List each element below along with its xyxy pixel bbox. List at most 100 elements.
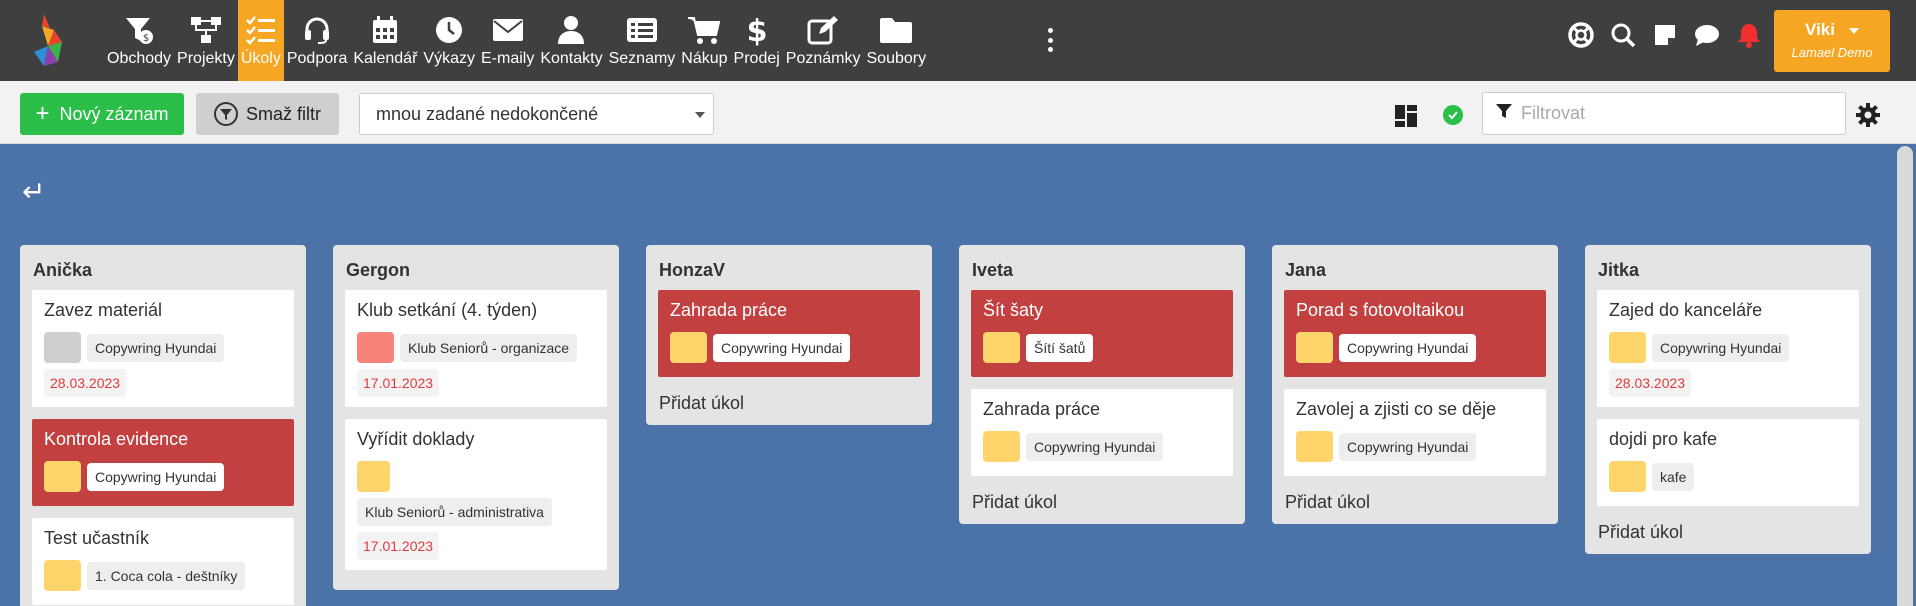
check-circle-icon[interactable] — [1443, 105, 1463, 125]
back-arrow-icon[interactable]: ↵ — [22, 178, 45, 206]
add-task-link[interactable]: Přidat úkol — [1284, 488, 1546, 516]
nav-label: E-maily — [480, 50, 535, 67]
list-icon — [626, 13, 658, 47]
add-task-link[interactable]: Přidat úkol — [971, 488, 1233, 516]
dashboard-view-icon[interactable] — [1394, 104, 1418, 128]
nav-label: Kalendář — [353, 50, 418, 67]
plus-icon: + — [35, 100, 50, 127]
project-tag: Klub Seniorů - administrativa — [357, 498, 552, 526]
more-vertical-icon[interactable] — [1043, 28, 1057, 52]
filter-icon — [1495, 102, 1513, 125]
avatar — [44, 332, 81, 363]
due-date: 28.03.2023 — [1609, 369, 1692, 397]
nav-label: Soubory — [866, 50, 927, 67]
project-tag: Copywring Hyundai — [1339, 432, 1477, 461]
new-record-label: Nový záznam — [59, 103, 169, 124]
column-title: Anička — [33, 260, 93, 280]
user-company: Lamael Demo — [1791, 45, 1873, 60]
clear-filter-label: Smaž filtr — [245, 103, 321, 124]
nav-item-kontakty[interactable]: Kontakty — [537, 0, 605, 81]
gear-icon[interactable] — [1855, 102, 1881, 128]
task-card[interactable]: Klub setkání (4. týden) Klub Seniorů - o… — [345, 290, 607, 407]
avatar — [1296, 332, 1333, 363]
board-column-anicka: Anička Zavez materiál Copywring Hyundai … — [20, 245, 306, 606]
nav-item-vykazy[interactable]: Výkazy — [420, 0, 478, 81]
task-title: Porad s fotovoltaikou — [1296, 300, 1465, 320]
nav-item-soubory[interactable]: Soubory — [864, 0, 930, 81]
nav-item-emaily[interactable]: E-maily — [478, 0, 537, 81]
board-column-iveta: Iveta Šít šaty Šítí šatů Zahrada práce C… — [959, 245, 1245, 524]
task-card[interactable]: Test učastník 1. Coca cola - deštníky — [32, 518, 294, 605]
nav-label: Kontakty — [540, 50, 603, 67]
task-card[interactable]: Porad s fotovoltaikou Copywring Hyundai — [1284, 290, 1546, 377]
nav-item-projekty[interactable]: Projekty — [174, 0, 238, 81]
vertical-scrollbar[interactable] — [1894, 144, 1916, 606]
task-card[interactable]: Zavez materiál Copywring Hyundai 28.03.2… — [32, 290, 294, 407]
tasks-icon — [245, 13, 277, 47]
task-card[interactable]: Zavolej a zjisti co se děje Copywring Hy… — [1284, 389, 1546, 476]
nav-item-seznamy[interactable]: Seznamy — [606, 0, 679, 81]
avatar — [44, 461, 81, 492]
user-menu-button[interactable]: Viki Lamael Demo — [1774, 10, 1890, 72]
add-task-link[interactable]: Přidat úkol — [658, 389, 920, 417]
filter-input[interactable] — [1521, 103, 1821, 124]
project-tag: Copywring Hyundai — [87, 333, 225, 362]
nav-item-podpora[interactable]: Podpora — [284, 0, 351, 81]
headset-icon — [302, 13, 332, 47]
nav-label: Nákup — [681, 50, 728, 67]
avatar — [44, 560, 81, 591]
task-card[interactable]: Zahrada práce Copywring Hyundai — [658, 290, 920, 377]
scrollbar-thumb[interactable] — [1897, 146, 1913, 606]
task-card[interactable]: Zahrada práce Copywring Hyundai — [971, 389, 1233, 476]
project-tag: Copywring Hyundai — [87, 462, 225, 491]
clear-filter-button[interactable]: Smaž filtr — [196, 93, 339, 135]
project-tag: Copywring Hyundai — [1339, 333, 1477, 362]
add-task-link[interactable]: Přidat úkol — [1597, 518, 1859, 546]
avatar — [983, 431, 1020, 462]
filter-select-value: mnou zadané nedokončené — [376, 103, 599, 124]
due-date: 28.03.2023 — [44, 369, 127, 397]
header-tools — [1568, 22, 1762, 48]
task-title: Zahrada práce — [983, 399, 1101, 419]
nav-item-obchody[interactable]: $ Obchody — [104, 0, 174, 81]
task-title: dojdi pro kafe — [1609, 429, 1718, 449]
toolbar: + Nový záznam Smaž filtr mnou zadané ned… — [0, 81, 1916, 144]
logo-icon[interactable] — [30, 12, 70, 68]
nav-item-nakup[interactable]: Nákup — [678, 0, 730, 81]
nav-item-kalendar[interactable]: Kalendář — [350, 0, 420, 81]
project-tag: 1. Coca cola - deštníky — [87, 561, 246, 590]
task-title: Šít šaty — [983, 300, 1044, 320]
nav-item-ukoly[interactable]: Úkoly — [237, 0, 284, 81]
task-card[interactable]: Kontrola evidence Copywring Hyundai — [32, 419, 294, 506]
task-card[interactable]: Vyřídit doklady Klub Seniorů - administr… — [345, 419, 607, 570]
nav-item-poznamky[interactable]: Poznámky — [783, 0, 864, 81]
task-card[interactable]: dojdi pro kafe kafe — [1597, 419, 1859, 506]
column-title: Jitka — [1598, 260, 1640, 280]
project-tag: Klub Seniorů - organizace — [400, 333, 578, 362]
filter-select[interactable]: mnou zadané nedokončené — [359, 93, 714, 135]
column-title: Gergon — [346, 260, 411, 280]
bell-icon[interactable] — [1736, 22, 1762, 48]
calendar-icon — [371, 13, 399, 47]
lifebuoy-icon[interactable] — [1568, 22, 1594, 48]
top-navigation-bar: $ Obchody Projekty Úkoly Podpora Kalendá… — [0, 0, 1916, 81]
task-card[interactable]: Šít šaty Šítí šatů — [971, 290, 1233, 377]
envelope-icon — [492, 13, 524, 47]
dollar-icon: $ — [745, 13, 769, 47]
search-icon[interactable] — [1610, 22, 1636, 48]
nav-label: Výkazy — [423, 50, 475, 67]
edit-icon — [807, 13, 839, 47]
sticky-note-icon[interactable] — [1652, 22, 1678, 48]
chevron-down-icon — [1848, 27, 1859, 34]
filter-input-box[interactable] — [1482, 92, 1846, 135]
board-column-honzav: HonzaV Zahrada práce Copywring Hyundai P… — [646, 245, 932, 425]
nav-label: Podpora — [286, 50, 348, 67]
column-title: Iveta — [972, 260, 1014, 280]
avatar — [1609, 332, 1646, 363]
project-tag: Copywring Hyundai — [713, 333, 851, 362]
task-card[interactable]: Zajed do kanceláře Copywring Hyundai 28.… — [1597, 290, 1859, 407]
new-record-button[interactable]: + Nový záznam — [20, 93, 184, 135]
chat-icon[interactable] — [1694, 22, 1720, 48]
avatar — [1296, 431, 1333, 462]
nav-item-prodej[interactable]: $ Prodej — [731, 0, 783, 81]
